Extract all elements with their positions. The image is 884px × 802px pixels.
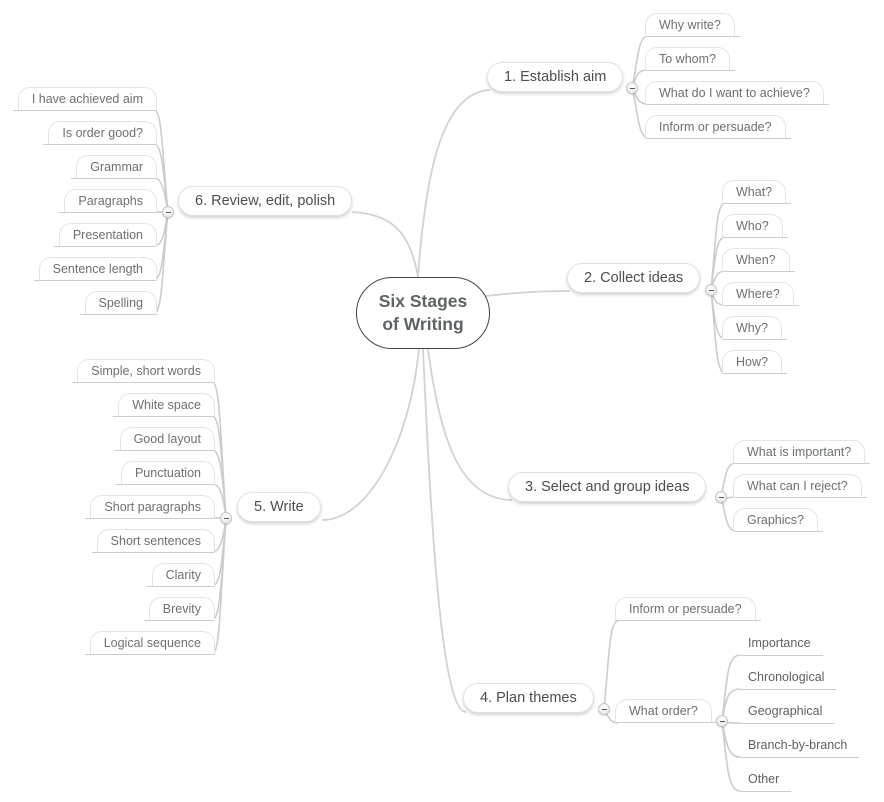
subtopic-grammar[interactable]: Grammar — [71, 155, 157, 179]
subtopic-to-whom[interactable]: To whom? — [645, 47, 735, 71]
collapse-toggle-branch-2[interactable] — [705, 284, 717, 296]
topic-establish-aim[interactable]: 1. Establish aim — [487, 62, 624, 92]
collapse-toggle-branch-5[interactable] — [220, 512, 232, 524]
connector-b4-c2-g1 — [721, 654, 741, 722]
topic-plan-themes[interactable]: 4. Plan themes — [463, 683, 594, 713]
subtopic-what-important[interactable]: What is important? — [733, 440, 871, 464]
central-topic[interactable]: Six Stages of Writing — [356, 277, 490, 349]
collapse-toggle-branch-1[interactable] — [626, 82, 638, 94]
subtopic-paragraphs[interactable]: Paragraphs — [59, 189, 157, 213]
subtopic-why-write[interactable]: Why write? — [645, 13, 740, 37]
order-branch-by-branch[interactable]: Branch-by-branch — [739, 734, 860, 758]
subtopic-what-reject[interactable]: What can I reject? — [733, 474, 867, 498]
subtopic-when[interactable]: When? — [722, 248, 795, 272]
subtopic-sentence-length[interactable]: Sentence length — [33, 257, 157, 281]
connector-central-branch-4 — [422, 348, 467, 713]
subtopic-why[interactable]: Why? — [722, 316, 787, 340]
subtopic-white-space[interactable]: White space — [113, 393, 215, 417]
subtopic-where[interactable]: Where? — [722, 282, 799, 306]
connector-central-branch-5 — [321, 348, 420, 521]
order-importance[interactable]: Importance — [740, 632, 823, 656]
subtopic-spelling[interactable]: Spelling — [79, 291, 157, 315]
collapse-toggle-branch-4[interactable] — [598, 703, 610, 715]
subtopic-clarity[interactable]: Clarity — [146, 563, 215, 587]
order-geographical[interactable]: Geographical — [739, 700, 835, 724]
subtopic-short-sentences[interactable]: Short sentences — [91, 529, 215, 553]
connector-central-branch-2 — [485, 290, 571, 297]
connector-b4-c1 — [603, 620, 619, 710]
subtopic-what-order[interactable]: What order? — [615, 699, 717, 723]
subtopic-simple-short-words[interactable]: Simple, short words — [72, 359, 215, 383]
topic-review-edit-polish[interactable]: 6. Review, edit, polish — [178, 186, 353, 216]
topic-select-group-ideas[interactable]: 3. Select and group ideas — [508, 472, 707, 502]
connector-b2-c1 — [710, 202, 726, 291]
connector-central-branch-1 — [417, 89, 491, 278]
collapse-toggle-branch-3[interactable] — [715, 491, 727, 503]
central-topic-line1: Six Stages — [378, 291, 468, 311]
order-chronological[interactable]: Chronological — [739, 666, 837, 690]
connector-b4-c2-g4 — [721, 720, 741, 758]
subtopic-logical-sequence[interactable]: Logical sequence — [84, 631, 215, 655]
subtopic-inform-persuade[interactable]: Inform or persuade? — [645, 115, 791, 139]
subtopic-graphics[interactable]: Graphics? — [733, 508, 823, 532]
collapse-toggle-branch-6[interactable] — [162, 206, 174, 218]
connector-b4-c2-g5 — [721, 720, 741, 792]
collapse-toggle-what-order[interactable] — [716, 715, 728, 727]
subtopic-plan-inform-persuade[interactable]: Inform or persuade? — [615, 597, 761, 621]
mind-map-canvas: Six Stages of Writing 1. Establish aim W… — [0, 0, 884, 802]
subtopic-good-layout[interactable]: Good layout — [114, 427, 215, 451]
topic-write[interactable]: 5. Write — [237, 492, 321, 522]
subtopic-punctuation[interactable]: Punctuation — [115, 461, 215, 485]
subtopic-what-achieve[interactable]: What do I want to achieve? — [645, 81, 829, 105]
subtopic-short-paragraphs[interactable]: Short paragraphs — [85, 495, 215, 519]
order-other[interactable]: Other — [739, 768, 792, 792]
subtopic-i-have-achieved-aim[interactable]: I have achieved aim — [12, 87, 157, 111]
topic-collect-ideas[interactable]: 2. Collect ideas — [567, 263, 701, 293]
connector-central-branch-6 — [351, 211, 419, 278]
subtopic-who[interactable]: Who? — [722, 214, 788, 238]
subtopic-brevity[interactable]: Brevity — [143, 597, 215, 621]
subtopic-is-order-good[interactable]: Is order good? — [43, 121, 157, 145]
subtopic-how[interactable]: How? — [722, 350, 787, 374]
central-topic-line2: of Writing — [382, 314, 464, 334]
subtopic-what[interactable]: What? — [722, 180, 792, 204]
connector-central-branch-3 — [427, 348, 513, 501]
subtopic-presentation[interactable]: Presentation — [53, 223, 157, 247]
